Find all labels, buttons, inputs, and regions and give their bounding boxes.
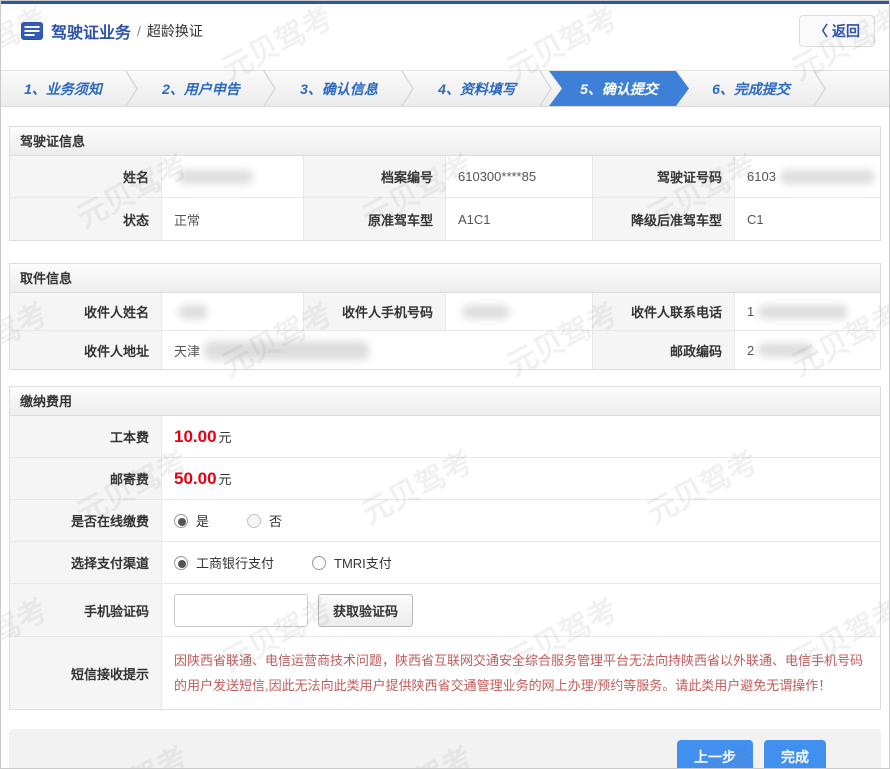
table-row: 收件人姓名 收件人手机号码 收件人联系电话 1 [10,293,880,331]
get-sms-code-button[interactable]: 获取验证码 [318,593,414,627]
production-fee-label: 工本费 [10,416,162,458]
payment-section-title: 缴纳费用 [10,387,880,416]
downgraded-class-label: 降级后准驾车型 [593,198,735,240]
channel-option-icbc[interactable]: 工商银行支付 [174,553,274,572]
redacted-blur [178,169,253,184]
step-separator-icon [813,70,826,107]
file-number-label: 档案编号 [304,156,446,198]
mailing-fee-label: 邮寄费 [10,458,162,500]
redacted-blur [204,340,370,360]
recipient-mobile-value [446,293,593,331]
online-pay-option-yes[interactable]: 是 [174,511,209,530]
finish-button[interactable]: 完成 [764,739,826,768]
step-separator-icon [401,70,414,107]
back-button-label: 返回 [832,23,860,39]
table-row: 是否在线缴费 是 否 [10,500,880,542]
sms-notice-text: 因陕西省联通、电信运营商技术问题，陕西省互联网交通安全综合服务管理平台无法向持陕… [174,652,864,693]
redacted-blur [178,304,208,319]
recipient-address-label: 收件人地址 [10,331,162,369]
online-pay-option-no[interactable]: 否 [247,511,282,530]
sms-code-label: 手机验证码 [10,584,162,637]
page-title: 驾驶证业务 [51,25,132,42]
postal-code-label: 邮政编码 [593,331,735,369]
name-value [162,156,304,198]
file-number-value: 610300****85 [446,156,593,198]
radio-selected-icon[interactable] [174,513,188,528]
recipient-phone-label: 收件人联系电话 [593,293,735,331]
footer-bar: 上一步 完成 [9,729,881,768]
channel-option-tmri[interactable]: TMRI支付 [312,553,392,572]
license-business-icon [21,22,43,40]
online-pay-label: 是否在线缴费 [10,500,162,542]
step-1[interactable]: 1、业务须知 [1,71,125,106]
status-label: 状态 [10,198,162,240]
step-6[interactable]: 6、完成提交 [689,71,813,106]
table-row: 短信接收提示 因陕西省联通、电信运营商技术问题，陕西省互联网交通安全综合服务管理… [10,637,880,709]
table-row: 邮寄费 50.00 元 [10,458,880,500]
sms-code-field: 获取验证码 [162,584,880,637]
table-row: 选择支付渠道 工商银行支付 TMRI支付 [10,542,880,584]
table-row: 工本费 10.00 元 [10,416,880,458]
license-number-value: 6103 [735,156,880,198]
postal-code-value: 2 [735,331,880,369]
recipient-name-label: 收件人姓名 [10,293,162,331]
redacted-blur [779,169,875,184]
table-row: 手机验证码 获取验证码 [10,584,880,637]
step-separator-icon [125,70,138,107]
redacted-blur [758,343,814,357]
step-5[interactable]: 5、确认提交 [549,71,689,106]
recipient-name-value [162,293,304,331]
pickup-info-section: 取件信息 收件人姓名 收件人手机号码 收件人联系电话 1 收件人地址 天津 邮政… [9,263,881,370]
status-value: 正常 [162,198,304,240]
online-pay-options: 是 否 [162,500,880,542]
mailing-fee-value: 50.00 元 [162,458,880,500]
header: 驾驶证业务 / 超龄换证 〈 返回 [1,4,889,58]
radio-unselected-icon[interactable] [312,555,327,570]
payment-channel-label: 选择支付渠道 [10,542,162,584]
sms-notice-label: 短信接收提示 [10,637,162,709]
recipient-mobile-label: 收件人手机号码 [304,293,446,331]
table-row: 状态 正常 原准驾车型 A1C1 降级后准驾车型 C1 [10,198,880,240]
payment-channel-options: 工商银行支付 TMRI支付 [162,542,880,584]
license-section-title: 驾驶证信息 [10,127,880,156]
step-4[interactable]: 4、资料填写 [415,71,539,106]
step-separator-icon [263,70,276,107]
recipient-address-value: 天津 [162,331,593,369]
radio-selected-icon[interactable] [174,555,188,570]
radio-unselected-icon[interactable] [247,513,262,528]
payment-section: 缴纳费用 工本费 10.00 元 邮寄费 50.00 元 是否在线缴费 是 否 选择… [9,386,881,710]
step-separator-icon [539,70,552,107]
production-fee-value: 10.00 元 [162,416,880,458]
table-row: 收件人地址 天津 邮政编码 2 [10,331,880,369]
step-wizard: 1、业务须知 2、用户申告 3、确认信息 4、资料填写 5、确认提交 6、完成提… [1,70,889,107]
license-info-section: 驾驶证信息 姓名 档案编号 610300****85 驾驶证号码 6103 状态… [9,126,881,241]
pickup-section-title: 取件信息 [10,264,880,293]
downgraded-class-value: C1 [735,198,880,240]
original-class-label: 原准驾车型 [304,198,446,240]
step-2[interactable]: 2、用户申告 [139,71,263,106]
recipient-phone-value: 1 [735,293,880,331]
table-row: 姓名 档案编号 610300****85 驾驶证号码 6103 [10,156,880,198]
chevron-left-icon: 〈 [814,23,828,39]
breadcrumb-separator: / [137,23,141,39]
previous-step-button[interactable]: 上一步 [677,739,753,768]
redacted-blur [758,304,849,319]
step-3[interactable]: 3、确认信息 [277,71,401,106]
breadcrumb-current: 超龄换证 [146,23,203,39]
name-label: 姓名 [10,156,162,198]
back-button[interactable]: 〈 返回 [799,15,875,47]
sms-notice-value: 因陕西省联通、电信运营商技术问题，陕西省互联网交通安全综合服务管理平台无法向持陕… [162,637,880,709]
license-number-label: 驾驶证号码 [593,156,735,198]
original-class-value: A1C1 [446,198,593,240]
sms-code-input[interactable] [174,593,308,627]
page: 元贝驾考元贝驾考元贝驾考元贝驾考元贝驾考元贝驾考元贝驾考元贝驾考元贝驾考元贝驾考… [0,0,890,769]
redacted-blur [462,304,510,319]
